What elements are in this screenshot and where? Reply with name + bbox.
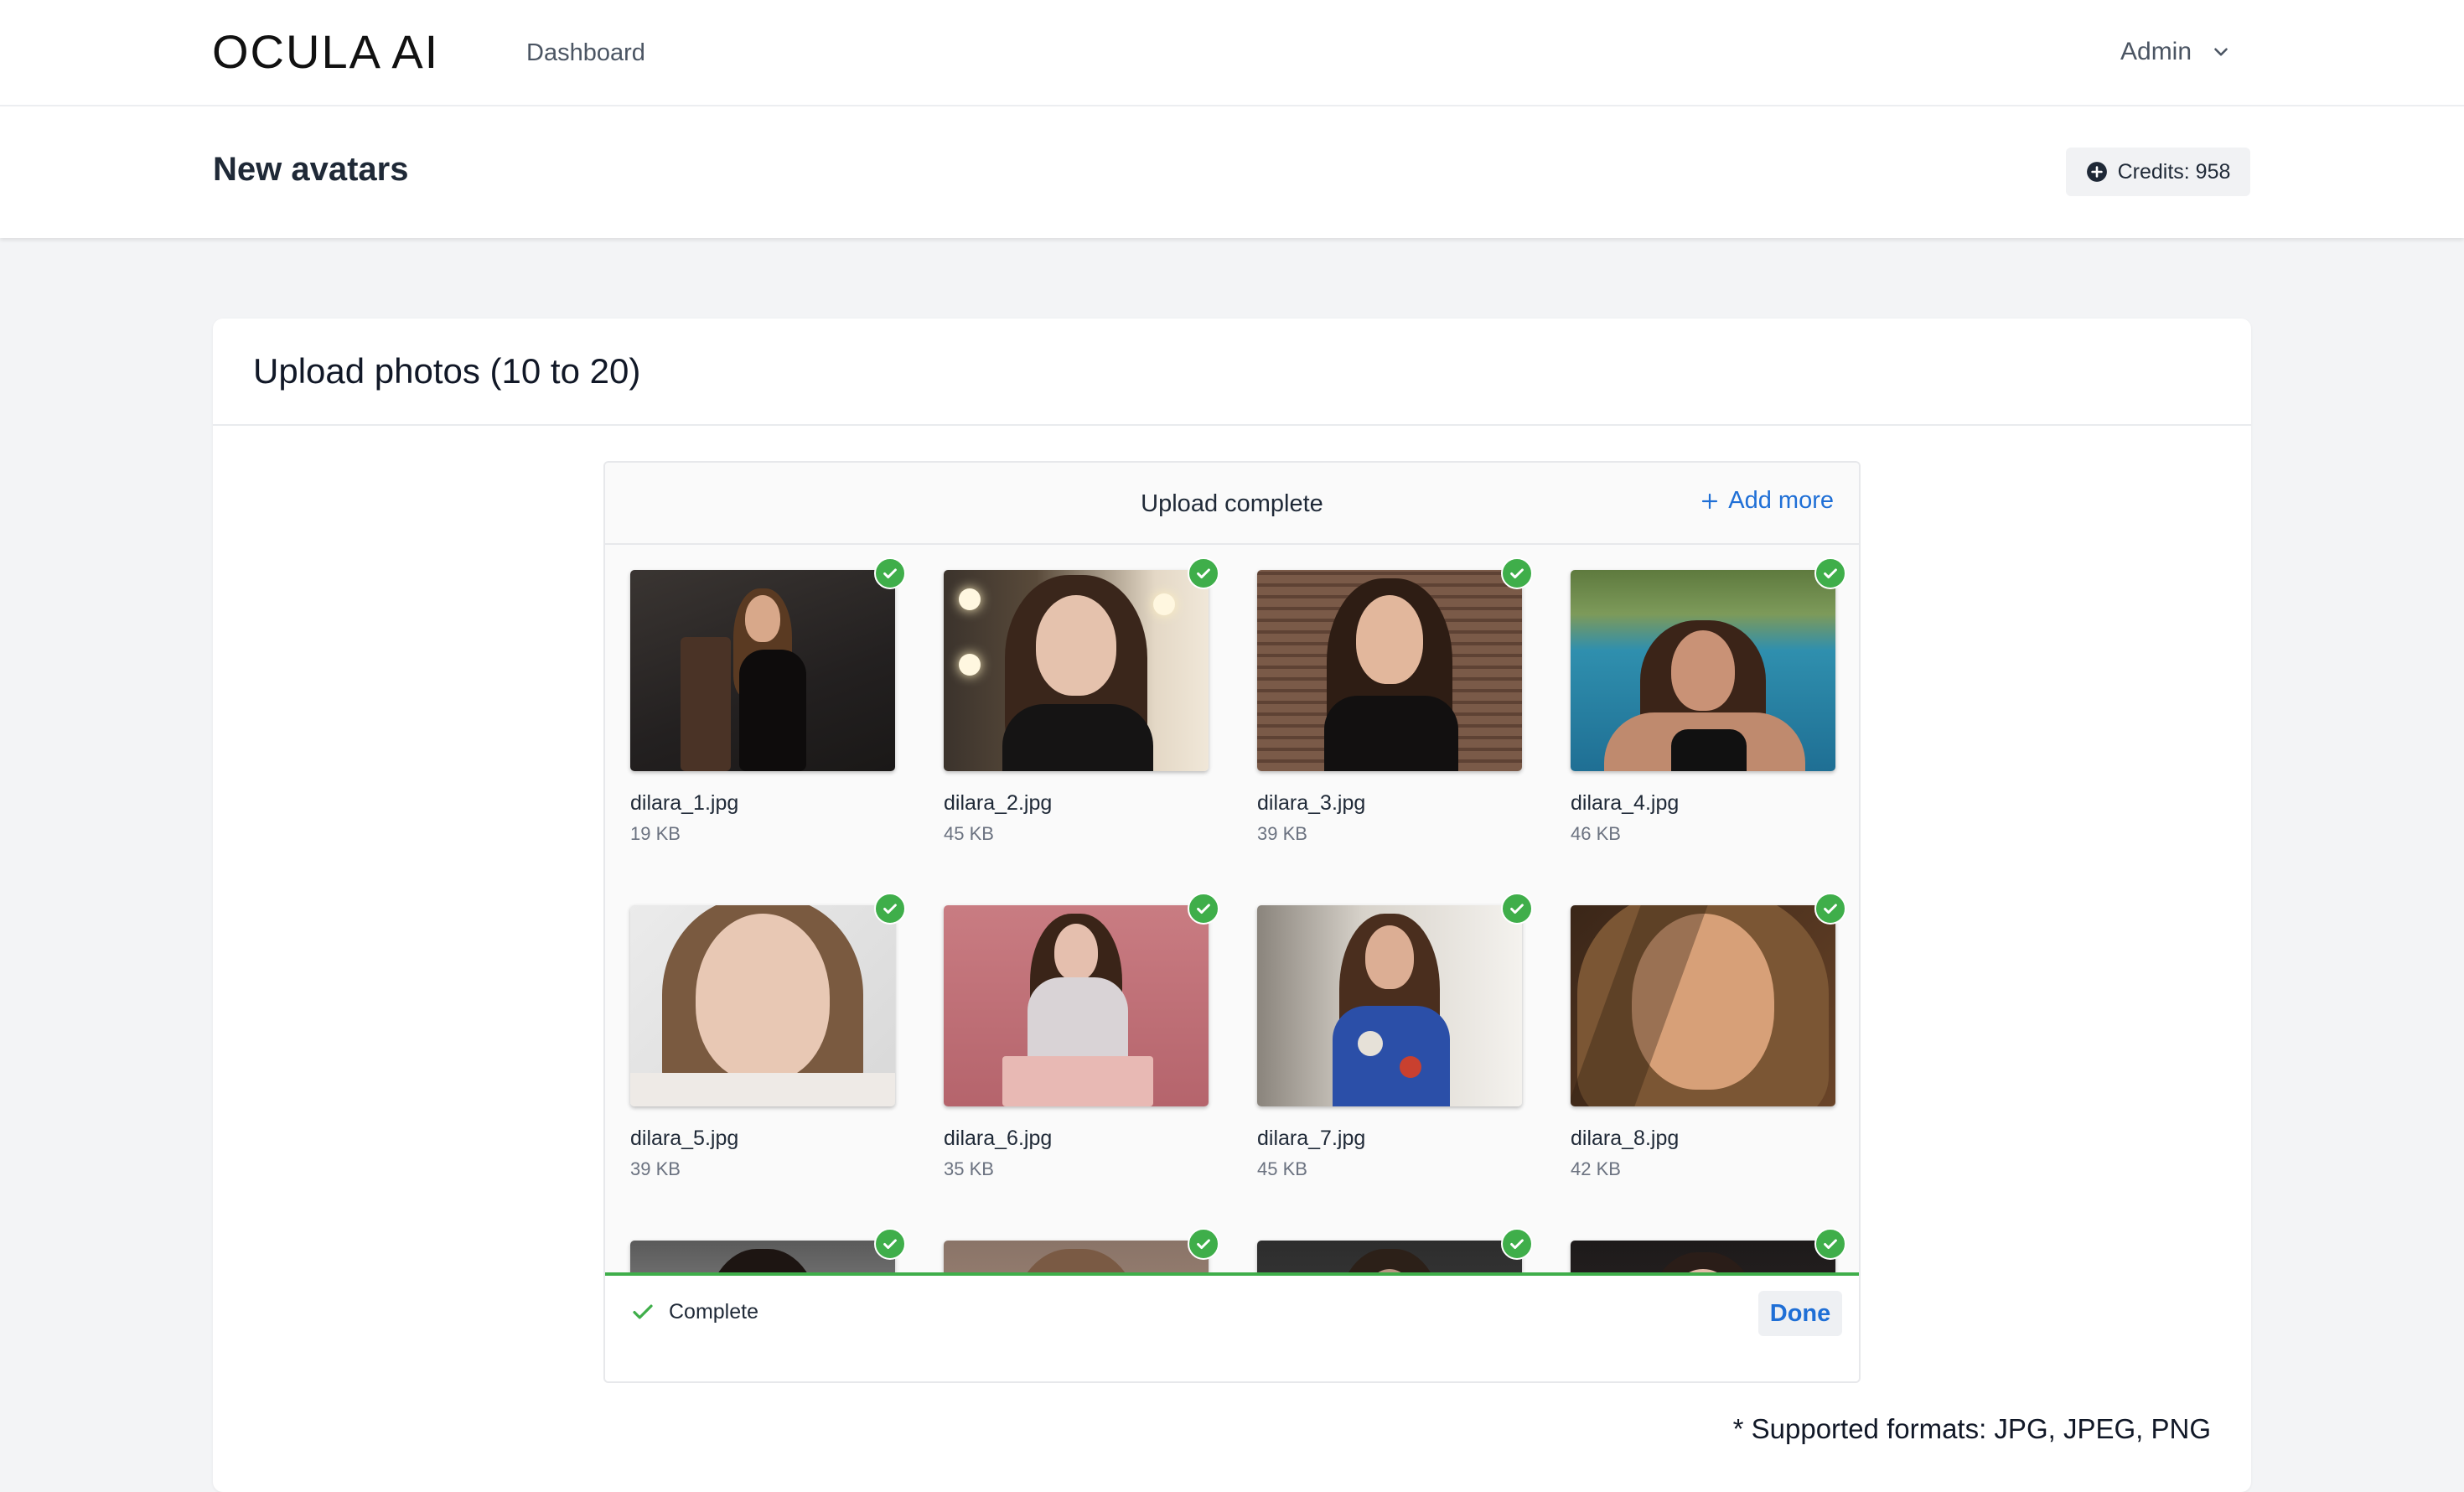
credits-label: Credits: 958 — [2117, 159, 2231, 184]
upload-complete-status: Complete — [630, 1299, 758, 1324]
supported-formats-note: * Supported formats: JPG, JPEG, PNG — [1732, 1413, 2211, 1444]
file-thumbnail — [630, 1241, 895, 1272]
top-navigation: OCULA AI Dashboard Admin — [0, 0, 2464, 106]
upload-success-check-icon — [1501, 557, 1533, 589]
upload-success-check-icon — [1188, 1228, 1219, 1260]
upload-success-check-icon — [874, 557, 906, 589]
file-thumbnail — [630, 570, 895, 771]
add-more-label: Add more — [1728, 487, 1834, 514]
photo-uploader: Upload complete Add more dilara_1.jpg 19… — [603, 461, 1861, 1383]
app-logo[interactable]: OCULA AI — [212, 25, 439, 79]
file-name: dilara_1.jpg — [630, 791, 739, 815]
upload-success-check-icon — [874, 1228, 906, 1260]
page-title: New avatars — [213, 151, 409, 188]
file-size: 45 KB — [944, 823, 994, 844]
file-thumbnail — [1571, 570, 1835, 771]
upload-success-check-icon — [1188, 557, 1219, 589]
upload-success-check-icon — [1814, 893, 1846, 925]
file-thumbnail — [944, 905, 1209, 1106]
file-size: 42 KB — [1571, 1158, 1621, 1179]
plus-icon — [1702, 493, 1718, 509]
done-button[interactable]: Done — [1758, 1291, 1842, 1336]
uploader-header: Upload complete Add more — [605, 463, 1859, 545]
nav-link-dashboard[interactable]: Dashboard — [526, 37, 645, 69]
upload-success-check-icon — [1814, 557, 1846, 589]
page-header: New avatars Credits: 958 — [0, 106, 2464, 238]
credits-badge[interactable]: Credits: 958 — [2066, 148, 2250, 196]
card-title: Upload photos (10 to 20) — [253, 351, 641, 391]
file-name: dilara_7.jpg — [1257, 1127, 1366, 1150]
complete-label: Complete — [669, 1299, 758, 1324]
file-thumbnail — [1257, 1241, 1522, 1272]
card-header: Upload photos (10 to 20) — [213, 319, 2251, 426]
file-name: dilara_4.jpg — [1571, 791, 1680, 815]
file-size: 35 KB — [944, 1158, 994, 1179]
uploader-footer: Complete Done — [605, 1272, 1859, 1381]
file-thumbnail — [1571, 905, 1835, 1106]
add-more-button[interactable]: Add more — [1700, 487, 1834, 515]
plus-circle-icon — [2086, 162, 2107, 182]
upload-success-check-icon — [1501, 1228, 1533, 1260]
file-size: 45 KB — [1257, 1158, 1307, 1179]
file-name: dilara_8.jpg — [1571, 1127, 1680, 1150]
uploaded-files-grid[interactable]: dilara_1.jpg 19 KB dilara_2.jpg 45 KB di… — [605, 545, 1859, 1272]
file-thumbnail — [1257, 905, 1522, 1106]
file-thumbnail — [1257, 570, 1522, 771]
upload-success-check-icon — [1501, 893, 1533, 925]
file-name: dilara_6.jpg — [944, 1127, 1053, 1150]
file-size: 39 KB — [1257, 823, 1307, 844]
upload-success-check-icon — [1188, 893, 1219, 925]
upload-status: Upload complete — [1141, 490, 1323, 517]
chevron-down-icon — [2214, 48, 2228, 56]
file-size: 19 KB — [630, 823, 681, 844]
file-thumbnail — [944, 570, 1209, 771]
file-thumbnail — [630, 905, 895, 1106]
file-thumbnail — [944, 1241, 1209, 1272]
file-name: dilara_3.jpg — [1257, 791, 1366, 815]
file-thumbnail — [1571, 1241, 1835, 1272]
file-size: 39 KB — [630, 1158, 681, 1179]
upload-success-check-icon — [1814, 1228, 1846, 1260]
user-menu[interactable]: Admin — [2120, 35, 2232, 69]
user-menu-label: Admin — [2120, 38, 2192, 65]
file-name: dilara_5.jpg — [630, 1127, 739, 1150]
file-name: dilara_2.jpg — [944, 791, 1053, 815]
upload-success-check-icon — [874, 893, 906, 925]
file-size: 46 KB — [1571, 823, 1621, 844]
upload-card: Upload photos (10 to 20) Upload complete… — [213, 319, 2251, 1492]
check-icon — [633, 1304, 653, 1319]
